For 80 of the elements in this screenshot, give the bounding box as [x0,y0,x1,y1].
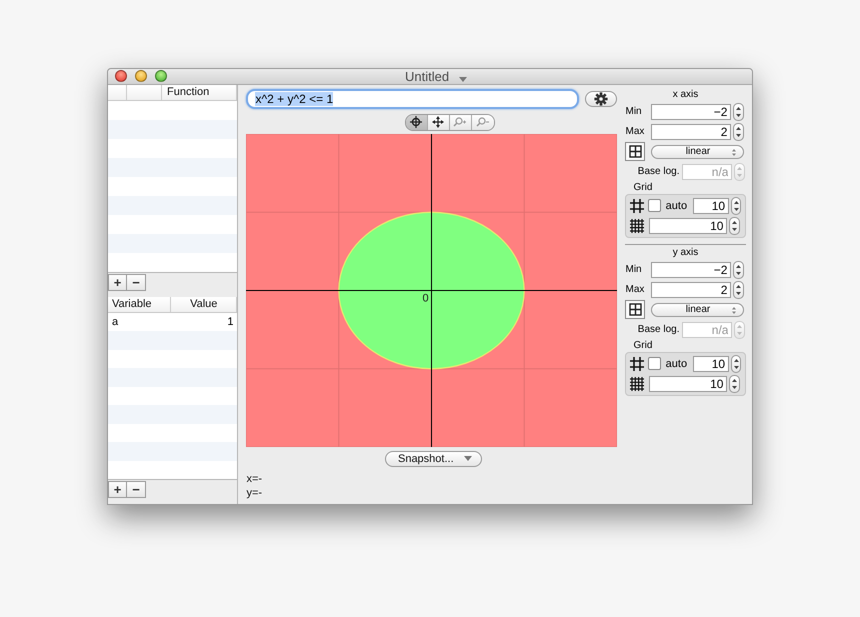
column-header[interactable]: Value [171,296,238,312]
checkbox-label: auto [666,358,688,370]
field-label: Base log. [636,324,680,335]
cursor-y: y=- [246,486,264,500]
grid-icon [629,356,644,372]
field-label: Max [625,284,646,295]
section-title: y axis [672,246,700,260]
major-grid-field[interactable]: 10 [693,356,730,372]
up-down-arrows-icon [732,358,740,370]
field-label: Min [625,106,643,117]
remove-button[interactable]: − [127,481,146,498]
zoom-button[interactable] [155,70,167,82]
stepper[interactable] [733,260,744,278]
up-down-arrows-icon [731,220,738,232]
remove-button[interactable]: − [127,274,146,290]
caret-icon [464,456,472,462]
stepper[interactable] [729,374,740,392]
minor-grid-field[interactable]: 10 [649,376,728,392]
minimize-button[interactable] [135,70,147,82]
origin-label: 0 [422,292,430,304]
up-down-arrows-icon [735,284,742,296]
zoom-in-icon [453,117,468,127]
auto-checkbox[interactable] [648,199,661,212]
up-down-arrows-icon [735,264,742,276]
stepper[interactable] [733,122,744,140]
grid-icon [628,145,642,158]
scale-dropdown[interactable]: linear [651,144,744,158]
zoom-out-icon [476,117,490,127]
add-button[interactable]: + [108,481,127,498]
gear-icon [594,92,608,106]
max-field[interactable]: 2 [651,124,732,140]
table-cell-text: 1 [227,314,234,330]
stepper[interactable] [729,216,740,234]
window-title: Untitled [405,68,450,84]
up-down-arrows-icon [736,324,744,336]
field-label: Min [625,264,643,275]
settings-button[interactable] [585,90,618,106]
stepper[interactable] [731,196,742,214]
min-field[interactable]: −2 [651,104,732,120]
major-grid-field[interactable]: 10 [693,198,730,214]
min-field[interactable]: −2 [651,262,732,278]
table-cell-text: a [112,314,118,330]
move-arrows-icon [432,116,444,128]
grid-icon [629,198,644,214]
crosshair-icon [410,116,422,128]
checkbox-label: auto [666,200,688,212]
up-down-arrows-icon [731,148,738,156]
column-header[interactable]: Variable [108,296,171,312]
formula-field[interactable]: x^2 + y^2 <= 1 [246,88,580,108]
stepper[interactable] [731,354,742,372]
grid-button[interactable] [625,142,646,161]
close-button[interactable] [115,70,127,82]
up-down-arrows-icon [735,106,742,118]
up-down-arrows-icon [736,166,744,178]
up-down-arrows-icon [731,378,738,390]
minor-grid-field[interactable]: 10 [649,218,728,234]
cursor-x: x=- [246,472,264,486]
field-label: Max [625,126,646,137]
zoom-out-tool[interactable] [472,114,494,130]
stepper[interactable] [733,280,744,298]
group-label: Grid [632,340,654,350]
snapshot-button[interactable]: Snapshot... [384,450,482,466]
crosshair-tool[interactable] [406,114,428,130]
fine-grid-icon [629,376,646,392]
grid-button[interactable] [625,300,646,319]
up-down-arrows-icon [732,200,740,212]
scale-dropdown[interactable]: linear [651,302,744,316]
caret-icon[interactable] [459,77,467,83]
grid-icon [628,303,642,316]
auto-checkbox[interactable] [648,357,661,370]
move-tool[interactable] [428,114,450,130]
up-down-arrows-icon [735,126,742,138]
up-down-arrows-icon [731,306,738,314]
field-label: Base log. [636,166,680,177]
fine-grid-icon [629,218,646,234]
add-button[interactable]: + [108,274,127,290]
section-title: x axis [672,88,700,102]
max-field[interactable]: 2 [651,282,732,298]
group-label: Grid [632,182,654,192]
stepper[interactable] [733,102,744,120]
